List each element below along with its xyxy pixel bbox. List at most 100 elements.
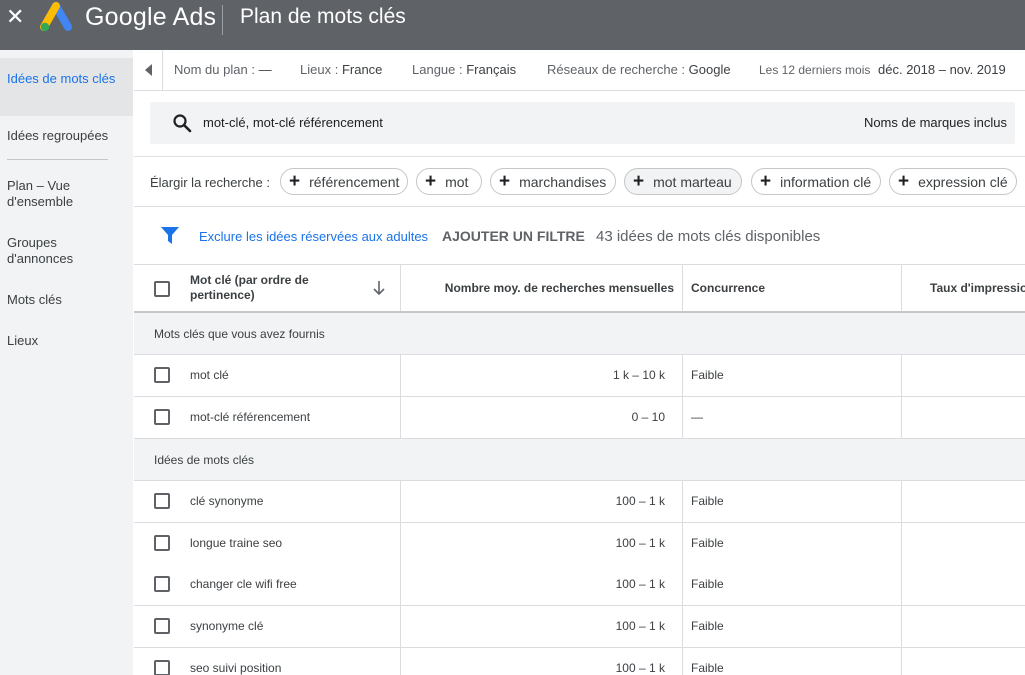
column-header-competition[interactable]: Concurrence <box>683 265 902 311</box>
volume-cell: 1 k – 10 k <box>612 368 665 382</box>
language-value: Français <box>466 62 517 77</box>
ideas-count: 43 idées de mots clés disponibles <box>596 228 821 245</box>
broaden-search-label: Élargir la recherche : <box>150 175 270 190</box>
search-section: mot-clé, mot-clé référencement Noms de m… <box>134 91 1025 157</box>
plus-icon: + <box>898 171 910 192</box>
keyword-cell: seo suivi position <box>190 661 282 675</box>
app-bar: ✕ Google Ads Plan de mots clés <box>0 0 1025 50</box>
row-checkbox[interactable] <box>154 367 170 383</box>
chip-label: mot <box>445 173 469 190</box>
plan-name-setting[interactable]: Nom du plan : — <box>174 62 272 77</box>
row-checkbox[interactable] <box>154 618 170 634</box>
table-row[interactable]: longue traine seo 100 – 1 k Faible <box>134 523 1025 565</box>
volume-cell: 0 – 10 <box>631 410 665 424</box>
broaden-chip-referencement[interactable]: + référencement <box>280 168 408 195</box>
sort-arrow-down-icon[interactable] <box>372 280 386 296</box>
page-title: Plan de mots clés <box>240 5 406 28</box>
chip-label: expression clé <box>918 173 1008 190</box>
table-group-header: Idées de mots clés <box>134 439 1025 481</box>
close-icon[interactable]: ✕ <box>6 6 24 28</box>
volume-cell: 100 – 1 k <box>615 536 665 550</box>
volume-cell: 100 – 1 k <box>615 494 665 508</box>
broaden-chip-information-cle[interactable]: + information clé <box>751 168 881 195</box>
column-header-impression-share[interactable]: Taux d'impression <box>902 265 1025 311</box>
plus-icon: + <box>289 171 301 192</box>
date-range-setting[interactable]: Les 12 derniers mois déc. 2018 – nov. 20… <box>759 62 1006 77</box>
competition-column-label: Concurrence <box>691 281 766 295</box>
broaden-chip-mot-marteau[interactable]: + mot marteau <box>624 168 742 195</box>
plan-name-value: — <box>258 62 272 77</box>
sidebar-item-keyword-ideas[interactable]: Idées de mots clés <box>0 58 133 116</box>
app-bar-divider <box>222 5 223 35</box>
google-ads-logo-icon <box>40 2 72 32</box>
table-group-header: Mots clés que vous avez fournis <box>134 313 1025 355</box>
row-checkbox[interactable] <box>154 409 170 425</box>
language-label: Langue : <box>412 62 463 77</box>
chevron-left-icon <box>144 64 152 76</box>
volume-cell: 100 – 1 k <box>615 661 665 675</box>
chip-label: marchandises <box>519 173 607 190</box>
networks-value: Google <box>688 62 731 77</box>
sidebar-item-locations[interactable]: Lieux <box>0 333 133 349</box>
broaden-chip-marchandises[interactable]: + marchandises <box>490 168 616 195</box>
locations-label: Lieux : <box>300 62 339 77</box>
keyword-cell: mot-clé référencement <box>190 410 311 424</box>
volume-column-label: Nombre moy. de recherches mensuelles <box>444 281 674 295</box>
sidebar-item-keywords[interactable]: Mots clés <box>0 292 133 308</box>
chip-label: référencement <box>309 173 400 190</box>
volume-cell: 100 – 1 k <box>615 619 665 633</box>
table-row[interactable]: clé synonyme 100 – 1 k Faible <box>134 481 1025 523</box>
sidebar-nav: Idées de mots clés Idées regroupées Plan… <box>0 50 133 675</box>
row-checkbox[interactable] <box>154 660 170 675</box>
networks-label: Réseaux de recherche : <box>547 62 686 77</box>
chip-label: mot marteau <box>653 173 732 190</box>
row-checkbox[interactable] <box>154 493 170 509</box>
sidebar-item-ad-groups[interactable]: Groupes d'annonces <box>0 235 95 267</box>
select-all-checkbox[interactable] <box>154 281 170 297</box>
brand-name: Google Ads <box>85 3 217 31</box>
column-header-volume[interactable]: Nombre moy. de recherches mensuelles <box>401 265 683 311</box>
collapse-sidebar-button[interactable] <box>134 50 163 90</box>
table-row[interactable]: changer cle wifi free 100 – 1 k Faible <box>134 564 1025 606</box>
networks-setting[interactable]: Réseaux de recherche : Google <box>547 62 731 77</box>
plus-icon: + <box>499 171 511 192</box>
competition-cell: Faible <box>691 619 724 633</box>
filter-bar: Exclure les idées réservées aux adultes … <box>134 207 1025 265</box>
group-title: Idées de mots clés <box>154 453 255 467</box>
keyword-cell: clé synonyme <box>190 494 264 508</box>
exclude-adult-ideas-filter[interactable]: Exclure les idées réservées aux adultes <box>199 229 428 244</box>
keyword-cell: synonyme clé <box>190 619 264 633</box>
sidebar-item-plan-overview[interactable]: Plan – Vue d'ensemble <box>0 178 95 210</box>
table-row[interactable]: mot clé 1 k – 10 k Faible <box>134 355 1025 397</box>
broaden-chip-expression-cle[interactable]: + expression clé <box>889 168 1017 195</box>
table-row[interactable]: seo suivi position 100 – 1 k Faible <box>134 648 1025 675</box>
plus-icon: + <box>425 171 437 192</box>
keyword-column-label: Mot clé (par ordre de pertinence) <box>190 273 309 302</box>
competition-cell: Faible <box>691 494 724 508</box>
keyword-search-input[interactable]: mot-clé, mot-clé référencement Noms de m… <box>150 102 1015 144</box>
competition-cell: Faible <box>691 661 724 675</box>
row-checkbox[interactable] <box>154 576 170 592</box>
sidebar-item-grouped-ideas[interactable]: Idées regroupées <box>0 128 133 144</box>
locations-value: France <box>341 62 383 77</box>
broaden-search-bar: Élargir la recherche : + référencement +… <box>134 157 1025 207</box>
add-filter-button[interactable]: AJOUTER UN FILTRE <box>442 228 585 244</box>
table-header: Mot clé (par ordre de pertinence) Nombre… <box>134 265 1025 313</box>
competition-cell: Faible <box>691 536 724 550</box>
table-row[interactable]: synonyme clé 100 – 1 k Faible <box>134 606 1025 648</box>
filter-icon[interactable] <box>161 227 179 244</box>
keyword-cell: mot clé <box>190 368 229 382</box>
plus-icon: + <box>760 171 772 192</box>
chip-label: information clé <box>780 173 872 190</box>
column-header-keyword[interactable]: Mot clé (par ordre de pertinence) <box>134 265 401 311</box>
group-title: Mots clés que vous avez fournis <box>154 327 325 341</box>
row-checkbox[interactable] <box>154 535 170 551</box>
language-setting[interactable]: Langue : Français <box>412 62 516 77</box>
date-range-value: déc. 2018 – nov. 2019 <box>878 62 1006 77</box>
impression-column-label: Taux d'impression <box>930 281 1025 295</box>
locations-setting[interactable]: Lieux : France <box>300 62 382 77</box>
brand-names-toggle[interactable]: Noms de marques inclus <box>864 115 1007 130</box>
table-row[interactable]: mot-clé référencement 0 – 10 — <box>134 397 1025 439</box>
broaden-chip-mot[interactable]: + mot <box>416 168 482 195</box>
plan-name-label: Nom du plan : <box>174 62 255 77</box>
